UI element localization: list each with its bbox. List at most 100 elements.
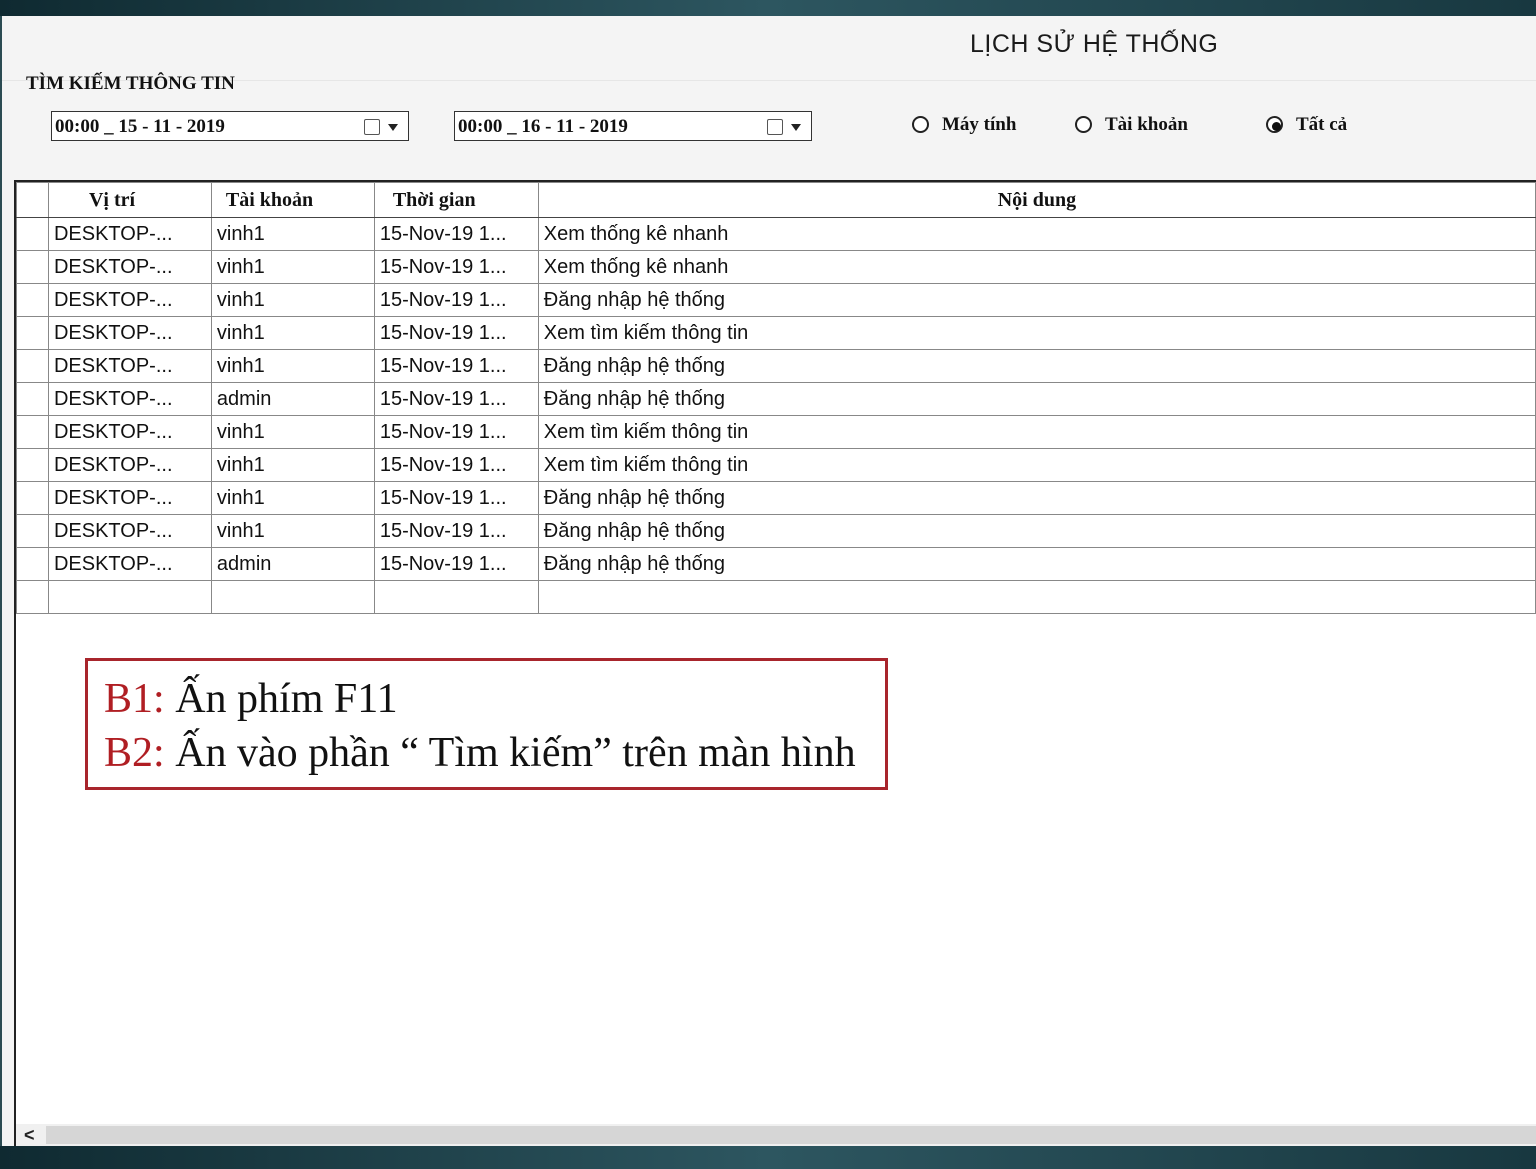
history-table: Vị trí Tài khoản Thời gian Nội dung DESK… — [16, 182, 1536, 614]
cell-tai-khoan[interactable]: admin — [210, 382, 375, 416]
table-row[interactable]: DESKTOP-... vinh1 15-Nov-19 1... Đăng nhập … — [16, 514, 1536, 548]
cell-vi-tri[interactable]: DESKTOP-... — [47, 547, 212, 581]
cell-noi-dung[interactable]: Đăng nhập hệ thống — [537, 514, 1536, 548]
cell-thoi-gian[interactable]: 15-Nov-19 1... — [373, 481, 539, 515]
cell-thoi-gian[interactable]: 15-Nov-19 1... — [373, 349, 539, 383]
radio-label: Tài khoản — [1105, 114, 1188, 135]
cell-vi-tri[interactable]: DESKTOP-... — [47, 481, 212, 515]
cell-vi-tri[interactable]: DESKTOP-... — [47, 415, 212, 449]
column-header-tai-khoan[interactable]: Tài khoản — [210, 182, 375, 218]
cell-tai-khoan[interactable]: vinh1 — [210, 250, 375, 284]
table-row[interactable]: DESKTOP-... vinh1 15-Nov-19 1... Xem tìm ki… — [16, 415, 1536, 449]
radio-circle-icon[interactable] — [1075, 116, 1092, 133]
column-header-noi-dung[interactable]: Nội dung — [537, 182, 1536, 218]
cell-noi-dung[interactable]: Đăng nhập hệ thống — [537, 481, 1536, 515]
radio-circle-icon[interactable] — [1266, 116, 1283, 133]
empty-cell[interactable] — [210, 580, 375, 614]
instruction-step-1: B1: Ấn phím F11 — [104, 675, 398, 723]
table-new-row[interactable] — [16, 580, 1536, 614]
table-row[interactable]: DESKTOP-... vinh1 15-Nov-19 1... Xem thống … — [16, 217, 1536, 251]
cell-vi-tri[interactable]: DESKTOP-... — [47, 217, 212, 251]
table-row[interactable]: DESKTOP-... vinh1 15-Nov-19 1... Đăng nhập … — [16, 283, 1536, 317]
cell-thoi-gian[interactable]: 15-Nov-19 1... — [373, 382, 539, 416]
cell-tai-khoan[interactable]: admin — [210, 547, 375, 581]
row-header[interactable] — [16, 580, 49, 614]
table-row[interactable]: DESKTOP-... vinh1 15-Nov-19 1... Đăng nhập … — [16, 349, 1536, 383]
cell-noi-dung[interactable]: Xem tìm kiếm thông tin — [537, 448, 1536, 482]
cell-noi-dung[interactable]: Đăng nhập hệ thống — [537, 283, 1536, 317]
cell-vi-tri[interactable]: DESKTOP-... — [47, 514, 212, 548]
cell-thoi-gian[interactable]: 15-Nov-19 1... — [373, 415, 539, 449]
chevron-down-icon[interactable] — [388, 124, 398, 131]
calendar-icon[interactable] — [767, 119, 783, 135]
chevron-down-icon[interactable] — [791, 124, 801, 131]
cell-noi-dung[interactable]: Xem tìm kiếm thông tin — [537, 415, 1536, 449]
cell-thoi-gian[interactable]: 15-Nov-19 1... — [373, 250, 539, 284]
scroll-left-icon[interactable]: < — [24, 1125, 35, 1146]
from-date-picker[interactable]: 00:00 _ 15 - 11 - 2019 — [51, 111, 409, 141]
cell-thoi-gian[interactable]: 15-Nov-19 1... — [373, 514, 539, 548]
table-row[interactable]: DESKTOP-... admin 15-Nov-19 1... Đăng nhập … — [16, 547, 1536, 581]
cell-vi-tri[interactable]: DESKTOP-... — [47, 283, 212, 317]
cell-noi-dung[interactable]: Xem tìm kiếm thông tin — [537, 316, 1536, 350]
column-header-thoi-gian[interactable]: Thời gian — [373, 182, 539, 218]
row-header[interactable] — [16, 250, 49, 284]
cell-tai-khoan[interactable]: vinh1 — [210, 349, 375, 383]
table-row[interactable]: DESKTOP-... admin 15-Nov-19 1... Đăng nhập … — [16, 382, 1536, 416]
cell-thoi-gian[interactable]: 15-Nov-19 1... — [373, 217, 539, 251]
cell-vi-tri[interactable]: DESKTOP-... — [47, 382, 212, 416]
row-header[interactable] — [16, 514, 49, 548]
cell-vi-tri[interactable]: DESKTOP-... — [47, 448, 212, 482]
row-header[interactable] — [16, 448, 49, 482]
row-header[interactable] — [16, 481, 49, 515]
cell-noi-dung[interactable]: Xem thống kê nhanh — [537, 250, 1536, 284]
cell-thoi-gian[interactable]: 15-Nov-19 1... — [373, 316, 539, 350]
desktop-frame-top — [0, 0, 1536, 16]
cell-noi-dung[interactable]: Đăng nhập hệ thống — [537, 547, 1536, 581]
to-date-value: 00:00 _ 16 - 11 - 2019 — [458, 116, 628, 137]
cell-tai-khoan[interactable]: vinh1 — [210, 316, 375, 350]
cell-vi-tri[interactable]: DESKTOP-... — [47, 316, 212, 350]
cell-noi-dung[interactable]: Xem thống kê nhanh — [537, 217, 1536, 251]
cell-thoi-gian[interactable]: 15-Nov-19 1... — [373, 547, 539, 581]
row-header[interactable] — [16, 316, 49, 350]
cell-vi-tri[interactable]: DESKTOP-... — [47, 349, 212, 383]
calendar-icon[interactable] — [364, 119, 380, 135]
horizontal-scrollbar[interactable]: < — [16, 1124, 1536, 1146]
row-header-corner — [16, 182, 49, 218]
row-header[interactable] — [16, 349, 49, 383]
cell-tai-khoan[interactable]: vinh1 — [210, 283, 375, 317]
cell-tai-khoan[interactable]: vinh1 — [210, 481, 375, 515]
table-row[interactable]: DESKTOP-... vinh1 15-Nov-19 1... Xem tìm ki… — [16, 316, 1536, 350]
cell-tai-khoan[interactable]: vinh1 — [210, 448, 375, 482]
row-header[interactable] — [16, 217, 49, 251]
radio-circle-icon[interactable] — [912, 116, 929, 133]
row-header[interactable] — [16, 547, 49, 581]
row-header[interactable] — [16, 283, 49, 317]
empty-cell[interactable] — [373, 580, 539, 614]
cell-thoi-gian[interactable]: 15-Nov-19 1... — [373, 283, 539, 317]
table-row[interactable]: DESKTOP-... vinh1 15-Nov-19 1... Đăng nhập … — [16, 481, 1536, 515]
table-row[interactable]: DESKTOP-... vinh1 15-Nov-19 1... Xem tìm ki… — [16, 448, 1536, 482]
column-header-vi-tri[interactable]: Vị trí — [47, 182, 212, 218]
step-label: B2: — [104, 730, 165, 776]
table-row[interactable]: DESKTOP-... vinh1 15-Nov-19 1... Xem thống … — [16, 250, 1536, 284]
cell-thoi-gian[interactable]: 15-Nov-19 1... — [373, 448, 539, 482]
row-header[interactable] — [16, 382, 49, 416]
cell-noi-dung[interactable]: Đăng nhập hệ thống — [537, 349, 1536, 383]
instruction-box: B1: Ấn phím F11 B2: Ấn vào phần “ Tìm ki… — [85, 658, 888, 790]
cell-noi-dung[interactable]: Đăng nhập hệ thống — [537, 382, 1536, 416]
cell-tai-khoan[interactable]: vinh1 — [210, 514, 375, 548]
scrollbar-thumb[interactable] — [46, 1126, 1536, 1144]
row-header[interactable] — [16, 415, 49, 449]
instruction-step-2: B2: Ấn vào phần “ Tìm kiếm” trên màn hìn… — [104, 729, 856, 777]
to-date-picker[interactable]: 00:00 _ 16 - 11 - 2019 — [454, 111, 812, 141]
step-text: Ấn phím F11 — [164, 676, 398, 722]
empty-cell[interactable] — [47, 580, 212, 614]
step-text: Ấn vào phần “ Tìm kiếm” trên màn hình — [164, 730, 856, 776]
empty-cell[interactable] — [537, 580, 1536, 614]
cell-tai-khoan[interactable]: vinh1 — [210, 415, 375, 449]
cell-vi-tri[interactable]: DESKTOP-... — [47, 250, 212, 284]
cell-tai-khoan[interactable]: vinh1 — [210, 217, 375, 251]
radio-label: Tất cả — [1296, 114, 1348, 135]
